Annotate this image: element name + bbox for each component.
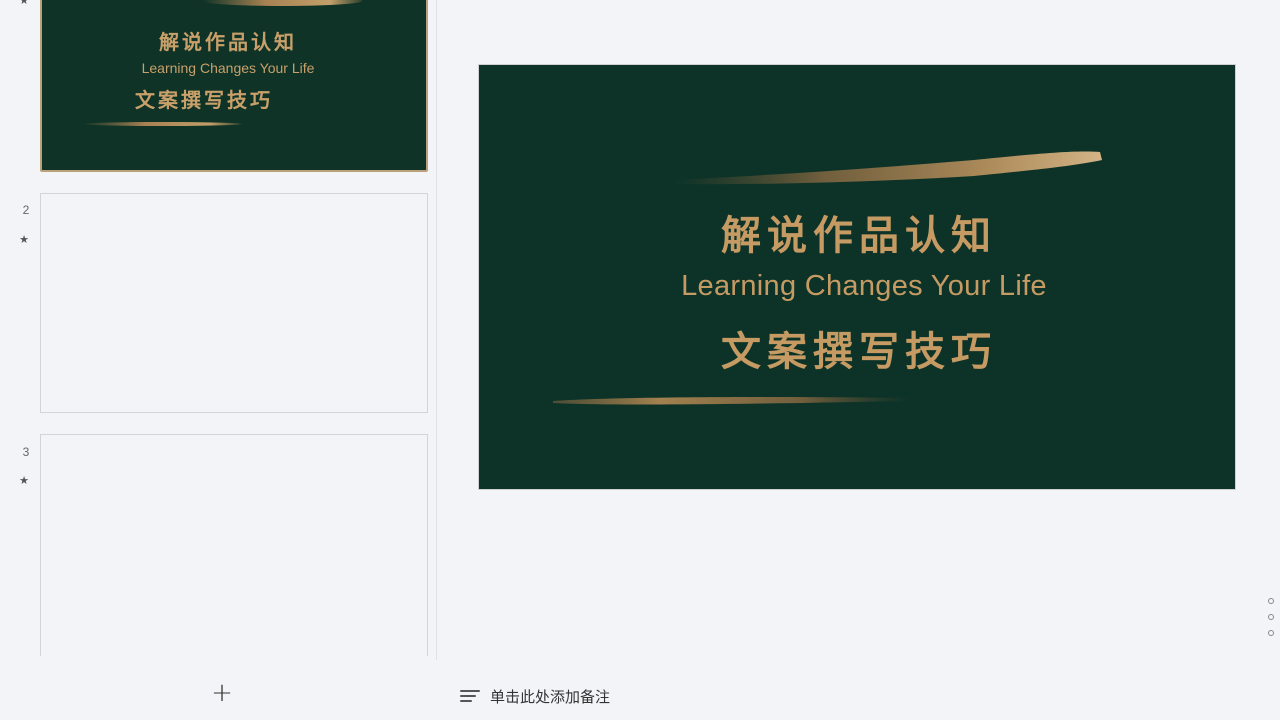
notes-icon (460, 688, 482, 704)
dot-icon (1268, 614, 1274, 620)
dot-icon (1268, 630, 1274, 636)
brush-stroke-top (674, 151, 1102, 185)
notes-placeholder[interactable]: 单击此处添加备注 (490, 686, 610, 707)
brush-stroke-bottom (553, 397, 909, 405)
add-slide-button[interactable]: + (207, 678, 237, 708)
slide-thumbnail-1[interactable]: 解说作品认知 Learning Changes Your Life 文案撰写技巧 (40, 0, 428, 172)
slide-thumbnail-pane: ★ 解说作品认知 Learning Changes Your Life 文案撰写… (0, 0, 440, 720)
slide-canvas[interactable]: 解说作品认知 Learning Changes Your Life 文案撰写技巧 (478, 64, 1236, 490)
pane-divider[interactable] (436, 0, 437, 660)
thumb-title: 解说作品认知 (159, 30, 297, 54)
animation-star-icon: ★ (19, 474, 29, 487)
slide-title[interactable]: 解说作品认知 (659, 203, 1059, 261)
brush-stroke-top (202, 0, 362, 6)
thumb-title-2: 文案撰写技巧 (135, 88, 273, 112)
slide-number-2: 2 (22, 203, 30, 217)
notes-bar[interactable]: 单击此处添加备注 (450, 680, 1266, 712)
animation-star-icon: ★ (19, 0, 29, 7)
dot-icon (1268, 598, 1274, 604)
thumb-subtitle: Learning Changes Your Life (141, 60, 315, 76)
scroll-handle[interactable] (1266, 598, 1276, 646)
slide-title-2[interactable]: 文案撰写技巧 (659, 319, 1059, 377)
animation-star-icon: ★ (19, 233, 29, 246)
slide-thumbnail-2[interactable] (40, 193, 428, 413)
slide-number-3: 3 (22, 445, 30, 459)
slide-thumbnail-3[interactable] (40, 434, 428, 656)
slide-subtitle[interactable]: Learning Changes Your Life (639, 270, 1089, 303)
brush-stroke-bottom (82, 122, 242, 126)
